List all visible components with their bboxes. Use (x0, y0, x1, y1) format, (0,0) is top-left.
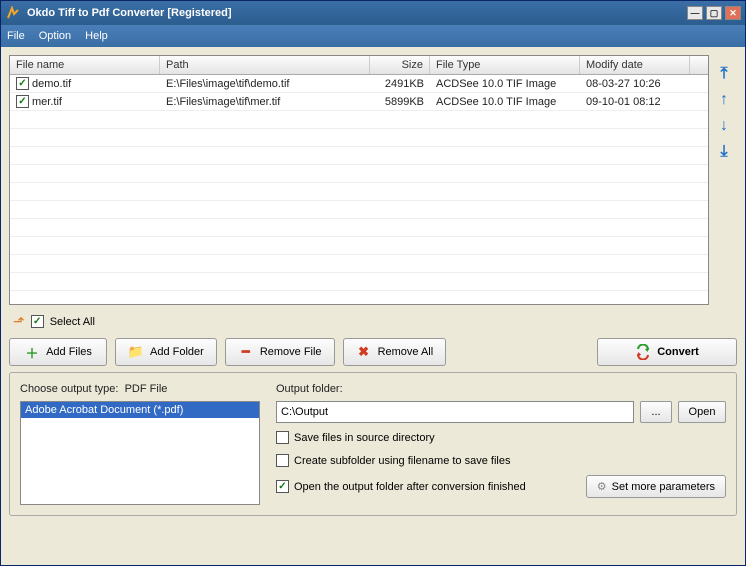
move-bottom-button[interactable]: ⤓ (715, 143, 733, 161)
app-window: Okdo Tiff to Pdf Converter [Registered] … (0, 0, 746, 566)
col-modifydate[interactable]: Modify date (580, 56, 690, 74)
output-type-current: PDF File (125, 383, 168, 395)
remove-all-label: Remove All (378, 346, 434, 358)
convert-button[interactable]: Convert (597, 338, 737, 366)
grid-body: demo.tif E:\Files\image\tif\demo.tif2491K… (10, 75, 708, 305)
table-row-empty (10, 273, 708, 291)
table-row-empty (10, 201, 708, 219)
remove-all-button[interactable]: ✖ Remove All (343, 338, 447, 366)
table-row-empty (10, 147, 708, 165)
browse-button[interactable]: ... (640, 401, 672, 423)
convert-label: Convert (657, 346, 699, 358)
col-size[interactable]: Size (370, 56, 430, 74)
table-row-empty (10, 237, 708, 255)
toolbar: ＋ Add Files 📁 Add Folder ━ Remove File ✖… (9, 338, 737, 366)
output-folder-col: Output folder: ... Open Save files in so… (276, 383, 726, 505)
minus-icon: ━ (238, 344, 254, 360)
add-folder-button[interactable]: 📁 Add Folder (115, 338, 217, 366)
titlebar: Okdo Tiff to Pdf Converter [Registered] … (1, 1, 745, 25)
cell-filename: mer.tif (32, 96, 62, 108)
menubar: File Option Help (1, 25, 745, 47)
output-folder-row: ... Open (276, 401, 726, 423)
table-row-empty (10, 219, 708, 237)
content-area: File name Path Size File Type Modify dat… (1, 47, 745, 565)
select-all-checkbox[interactable] (31, 315, 44, 328)
opt-openafter-row: Open the output folder after conversion … (276, 478, 526, 495)
cell-path: E:\Files\image\tif\demo.tif (160, 77, 370, 91)
convert-icon (635, 344, 651, 360)
cell-type: ACDSee 10.0 TIF Image (430, 77, 580, 91)
gear-icon: ⚙ (597, 480, 607, 493)
open-folder-button[interactable]: Open (678, 401, 726, 423)
open-after-checkbox[interactable] (276, 480, 289, 493)
window-controls: — ▢ ✕ (687, 6, 741, 20)
table-row[interactable]: demo.tif E:\Files\image\tif\demo.tif2491K… (10, 75, 708, 93)
table-row-empty (10, 111, 708, 129)
add-folder-label: Add Folder (150, 346, 204, 358)
create-subfolder-label: Create subfolder using filename to save … (294, 455, 510, 467)
cell-type: ACDSee 10.0 TIF Image (430, 95, 580, 109)
cell-filename: demo.tif (32, 78, 71, 90)
file-grid: File name Path Size File Type Modify dat… (9, 55, 709, 305)
output-folder-input[interactable] (276, 401, 634, 423)
save-source-label: Save files in source directory (294, 432, 435, 444)
remove-file-label: Remove File (260, 346, 322, 358)
save-source-checkbox[interactable] (276, 431, 289, 444)
up-folder-icon[interactable]: ⬏ (13, 313, 25, 330)
set-more-parameters-label: Set more parameters (612, 481, 715, 493)
output-panel: Choose output type: PDF File Adobe Acrob… (9, 372, 737, 516)
col-path[interactable]: Path (160, 56, 370, 74)
cell-size: 2491KB (370, 77, 430, 91)
menu-file[interactable]: File (7, 30, 25, 42)
add-files-button[interactable]: ＋ Add Files (9, 338, 107, 366)
col-filename[interactable]: File name (10, 56, 160, 74)
table-row-empty (10, 183, 708, 201)
opt-subfolder-row: Create subfolder using filename to save … (276, 452, 726, 469)
table-row[interactable]: mer.tif E:\Files\image\tif\mer.tif5899KBA… (10, 93, 708, 111)
cell-path: E:\Files\image\tif\mer.tif (160, 95, 370, 109)
minimize-button[interactable]: — (687, 6, 703, 20)
select-all-row: ⬏ Select All (9, 311, 737, 332)
table-row-empty (10, 165, 708, 183)
cell-date: 08-03-27 10:26 (580, 77, 690, 91)
menu-option[interactable]: Option (39, 30, 71, 42)
opt-savesrc-row: Save files in source directory (276, 429, 726, 446)
set-more-parameters-button[interactable]: ⚙ Set more parameters (586, 475, 726, 498)
app-icon (5, 5, 21, 21)
plus-icon: ＋ (24, 344, 40, 360)
row-checkbox[interactable] (16, 95, 29, 108)
create-subfolder-checkbox[interactable] (276, 454, 289, 467)
output-folder-label: Output folder: (276, 383, 726, 395)
maximize-button[interactable]: ▢ (706, 6, 722, 20)
open-after-label: Open the output folder after conversion … (294, 481, 526, 493)
output-type-option[interactable]: Adobe Acrobat Document (*.pdf) (21, 402, 259, 418)
x-icon: ✖ (356, 344, 372, 360)
move-top-button[interactable]: ⤒ (715, 65, 733, 83)
reorder-buttons: ⤒ ↑ ↓ ⤓ (715, 55, 737, 305)
folder-icon: 📁 (128, 344, 144, 360)
window-title: Okdo Tiff to Pdf Converter [Registered] (27, 7, 687, 19)
table-row-empty (10, 255, 708, 273)
add-files-label: Add Files (46, 346, 92, 358)
remove-file-button[interactable]: ━ Remove File (225, 338, 335, 366)
table-row-empty (10, 129, 708, 147)
choose-output-type-label: Choose output type: (20, 383, 118, 395)
menu-help[interactable]: Help (85, 30, 108, 42)
grid-header: File name Path Size File Type Modify dat… (10, 56, 708, 75)
move-down-button[interactable]: ↓ (715, 117, 733, 135)
output-type-col: Choose output type: PDF File Adobe Acrob… (20, 383, 260, 505)
row-checkbox[interactable] (16, 77, 29, 90)
select-all-label: Select All (50, 316, 95, 328)
cell-date: 09-10-01 08:12 (580, 95, 690, 109)
move-up-button[interactable]: ↑ (715, 91, 733, 109)
table-row-empty (10, 291, 708, 305)
output-type-label: Choose output type: PDF File (20, 383, 260, 395)
output-type-list[interactable]: Adobe Acrobat Document (*.pdf) (20, 401, 260, 505)
col-filetype[interactable]: File Type (430, 56, 580, 74)
close-button[interactable]: ✕ (725, 6, 741, 20)
file-grid-wrap: File name Path Size File Type Modify dat… (9, 55, 737, 305)
cell-size: 5899KB (370, 95, 430, 109)
